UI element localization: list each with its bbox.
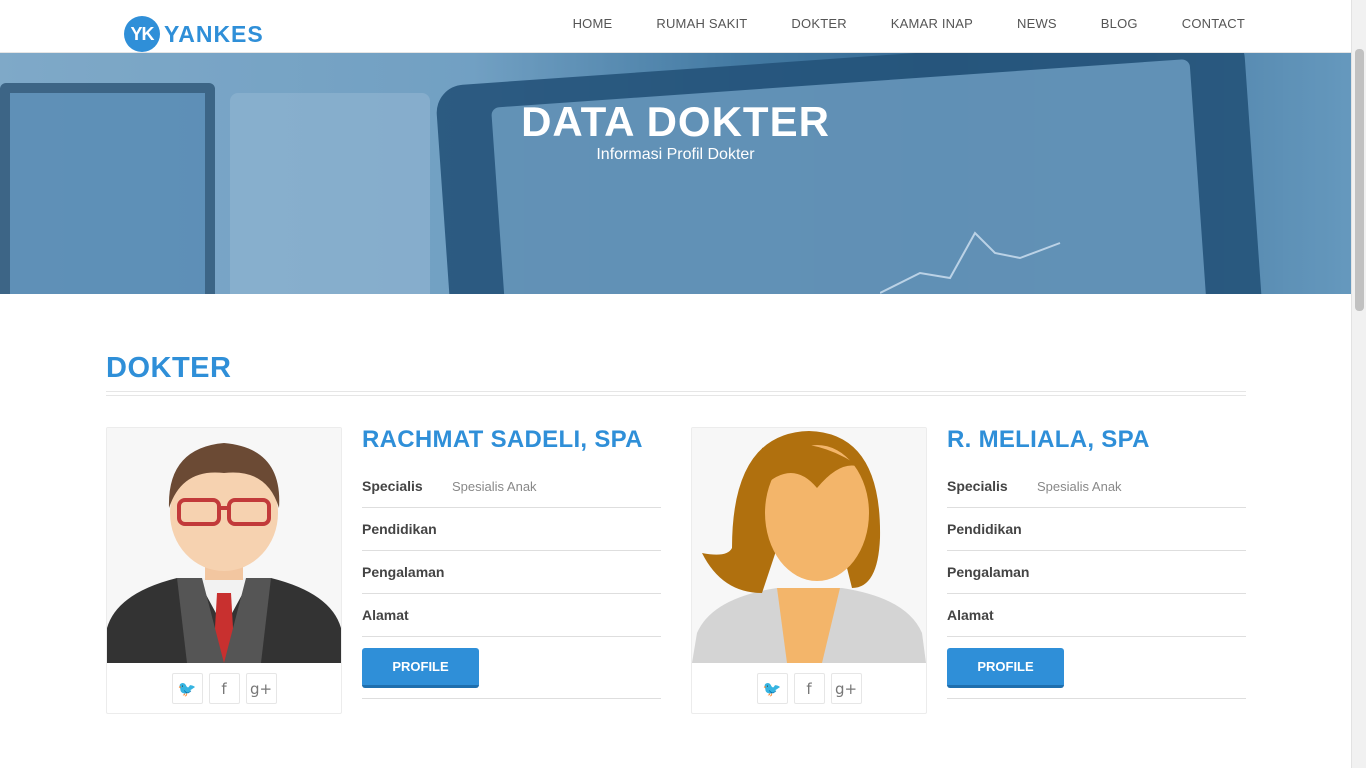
- nav-kamar-inap[interactable]: KAMAR INAP: [891, 16, 973, 31]
- doctor-photo-box: 🐦 f g+: [691, 427, 927, 714]
- doctor-card: 🐦 f g+ R. MELIALA, SPA Specialis Spesial…: [691, 427, 1246, 717]
- nav-menu: HOME RUMAH SAKIT DOKTER KAMAR INAP NEWS …: [529, 0, 1245, 46]
- field-row: Alamat: [947, 594, 1246, 637]
- logo[interactable]: YK YANKES: [124, 16, 264, 52]
- nav-home[interactable]: HOME: [573, 16, 613, 31]
- doctor-avatar-female: [692, 428, 926, 663]
- profile-button[interactable]: PROFILE: [947, 647, 1064, 688]
- social-links: 🐦 f g+: [692, 673, 926, 704]
- page-title: DATA DOKTER: [521, 98, 830, 145]
- navbar: YK YANKES HOME RUMAH SAKIT DOKTER KAMAR …: [0, 0, 1351, 53]
- field-label: Pengalaman: [362, 564, 445, 580]
- field-label: Pendidikan: [947, 521, 1022, 537]
- page-subtitle: Informasi Profil Dokter: [596, 146, 755, 163]
- field-label: Specialis: [362, 478, 423, 494]
- logo-text: YANKES: [164, 20, 264, 47]
- doctor-name: R. MELIALA, SPA: [947, 426, 1150, 453]
- field-row: Pengalaman: [947, 551, 1246, 594]
- field-label: Alamat: [362, 607, 409, 623]
- logo-mark: YK: [124, 16, 160, 52]
- doctor-card: 🐦 f g+ RACHMAT SADELI, SPA Specialis Spe…: [106, 427, 661, 717]
- nav-rumah-sakit[interactable]: RUMAH SAKIT: [656, 16, 747, 31]
- doctor-info: R. MELIALA, SPA Specialis Spesialis Anak…: [947, 427, 1246, 699]
- doctor-avatar-male: [107, 428, 341, 663]
- facebook-icon[interactable]: f: [208, 673, 240, 704]
- google-plus-icon[interactable]: g+: [830, 673, 862, 704]
- hero-banner: [0, 53, 1351, 294]
- field-row: Specialis Spesialis Anak: [947, 465, 1246, 508]
- scrollbar-thumb[interactable]: [1355, 49, 1364, 311]
- field-label: Pendidikan: [362, 521, 437, 537]
- facebook-icon[interactable]: f: [793, 673, 825, 704]
- twitter-icon[interactable]: 🐦: [756, 673, 788, 704]
- twitter-icon[interactable]: 🐦: [171, 673, 203, 704]
- nav-contact[interactable]: CONTACT: [1182, 16, 1245, 31]
- nav-blog[interactable]: BLOG: [1101, 16, 1138, 31]
- doctor-name: RACHMAT SADELI, SPA: [362, 426, 643, 453]
- doctor-info: RACHMAT SADELI, SPA Specialis Spesialis …: [362, 427, 661, 699]
- profile-button[interactable]: PROFILE: [362, 647, 479, 688]
- section-divider: [106, 391, 1246, 396]
- section-title: DOKTER: [106, 352, 232, 384]
- social-links: 🐦 f g+: [107, 673, 341, 704]
- field-row: Pendidikan: [947, 508, 1246, 551]
- profile-button-row: PROFILE: [362, 637, 661, 699]
- field-row: Pendidikan: [362, 508, 661, 551]
- hero-overlay: [0, 53, 1351, 294]
- page-scrollbar[interactable]: [1351, 0, 1366, 768]
- field-row: Specialis Spesialis Anak: [362, 465, 661, 508]
- field-label: Alamat: [947, 607, 994, 623]
- doctor-photo-box: 🐦 f g+: [106, 427, 342, 714]
- field-row: Pengalaman: [362, 551, 661, 594]
- nav-news[interactable]: NEWS: [1017, 16, 1057, 31]
- nav-dokter[interactable]: DOKTER: [791, 16, 846, 31]
- field-row: Alamat: [362, 594, 661, 637]
- field-value: Spesialis Anak: [452, 478, 537, 494]
- google-plus-icon[interactable]: g+: [245, 673, 277, 704]
- field-label: Pengalaman: [947, 564, 1030, 580]
- field-value: Spesialis Anak: [1037, 478, 1122, 494]
- field-label: Specialis: [947, 478, 1008, 494]
- profile-button-row: PROFILE: [947, 637, 1246, 699]
